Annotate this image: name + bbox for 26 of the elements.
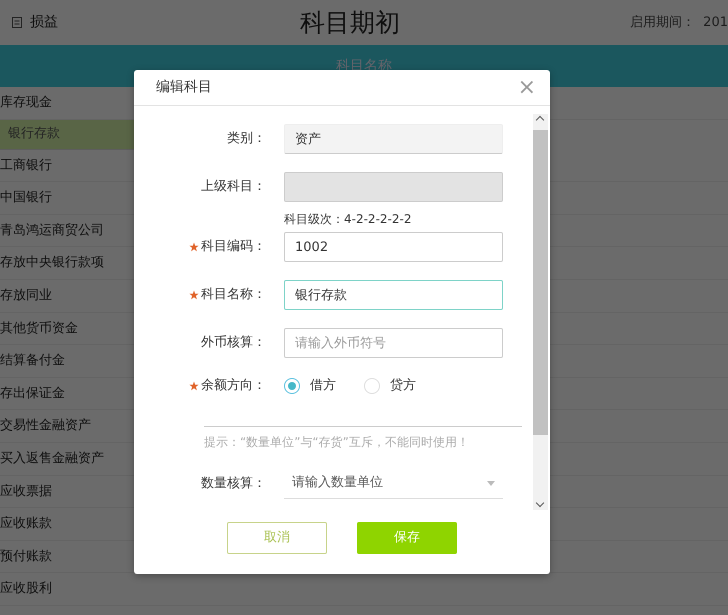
scrollbar[interactable] (533, 114, 548, 510)
required-star-icon (189, 290, 199, 300)
required-star-icon (189, 242, 199, 252)
radio-option[interactable]: 借方 (284, 376, 336, 396)
required-star-icon (189, 380, 199, 391)
input-field[interactable]: 请输入外币符号 (284, 328, 503, 358)
field-label: 科目编码： (201, 238, 266, 256)
page-title: 科目期初 (300, 6, 400, 39)
document-icon (12, 17, 22, 28)
period-value: 201 (703, 14, 728, 32)
tab-link[interactable]: 损益 (30, 12, 300, 33)
period-label: 启用期间： (630, 14, 696, 32)
field-label: 类别： (227, 130, 266, 148)
caret-icon (487, 480, 495, 486)
input-field[interactable]: 银行存款 (284, 280, 503, 310)
field-label: 余额方向： (201, 377, 266, 395)
select-field[interactable]: 请输入数量单位 (284, 468, 503, 498)
input-field[interactable]: 1002 (284, 232, 503, 262)
field-label: 外币核算： (201, 334, 266, 352)
hint-text: 提示：“数量单位”与“存货”互斥，不能同时使用！ (204, 426, 522, 450)
field-label: 数量核算： (201, 474, 266, 493)
level-note: 科目级次：4-2-2-2-2-2 (284, 211, 412, 228)
field-label: 上级科目： (201, 178, 266, 196)
select-placeholder: 请输入数量单位 (292, 474, 383, 492)
radio-option[interactable]: 贷方 (364, 376, 416, 396)
field-label: 科目名称： (201, 286, 266, 304)
